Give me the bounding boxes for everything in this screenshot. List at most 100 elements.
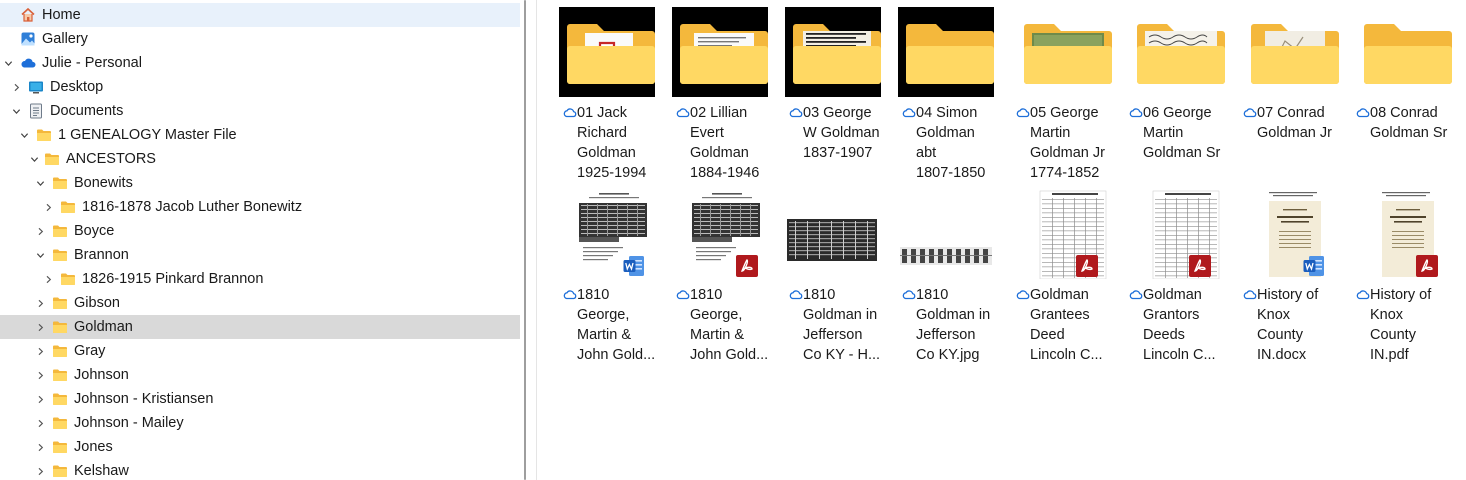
nav-item-home[interactable]: Home [0, 3, 520, 27]
file-tile[interactable]: Goldman Grantees Deed Lincoln C... [1012, 189, 1120, 365]
item-name-line: Co KY.jpg [916, 347, 980, 363]
item-name-line: County [1370, 327, 1416, 343]
folder-tile[interactable]: 07 Conrad Goldman Jr [1239, 7, 1347, 183]
chevron-down-icon[interactable] [17, 123, 31, 147]
cloud-sync-icon [563, 106, 577, 183]
nav-item-brannon[interactable]: Brannon [0, 243, 520, 267]
nav-item-bonewits[interactable]: Bonewits [0, 171, 520, 195]
pdf-badge-icon [1189, 255, 1211, 277]
chevron-right-icon[interactable] [9, 75, 23, 99]
nav-item-johnson-kristiansen[interactable]: Johnson - Kristiansen [0, 387, 520, 411]
folder-thumbnail [1016, 7, 1112, 97]
nav-item-label: Goldman [74, 319, 133, 335]
item-name-line: Martin [1030, 125, 1071, 141]
chevron-down-icon[interactable] [33, 171, 47, 195]
chevron-right-icon[interactable] [41, 267, 55, 291]
chevron-down-icon[interactable] [33, 243, 47, 267]
nav-item-documents[interactable]: Documents [0, 99, 520, 123]
home-icon [20, 7, 36, 23]
item-name: History of Knox County IN.pdf [1370, 285, 1458, 365]
cloud-sync-icon [563, 288, 577, 365]
folder-tile[interactable]: 08 Conrad Goldman Sr [1352, 7, 1460, 183]
nav-item-desktop[interactable]: Desktop [0, 75, 520, 99]
file-thumbnail [672, 189, 772, 279]
nav-item-johnson[interactable]: Johnson [0, 363, 520, 387]
nav-item-gibson[interactable]: Gibson [0, 291, 520, 315]
item-name-line: History of [1257, 287, 1319, 303]
nav-item-ancestors[interactable]: ANCESTORS [0, 147, 520, 171]
item-name-line: Goldman [577, 145, 636, 161]
folder-icon [60, 271, 76, 287]
chevron-down-icon[interactable] [1, 51, 15, 75]
nav-item-gray[interactable]: Gray [0, 339, 520, 363]
item-name-line: Richard [577, 125, 627, 141]
item-name: 02 Lillian Evert Goldman 1884-1946 [690, 103, 778, 183]
file-tile[interactable]: 1810 George, Martin & John Gold... [672, 189, 780, 365]
item-name-line: 1807-1850 [916, 165, 986, 181]
nav-item-label: Brannon [74, 247, 129, 263]
cloud-sync-icon [1129, 288, 1143, 365]
chevron-right-icon[interactable] [33, 411, 47, 435]
folder-tile[interactable]: 03 George W Goldman 1837-1907 [785, 7, 893, 183]
chevron-right-icon[interactable] [33, 291, 47, 315]
nav-item-1816-1878-jacob-luther-bonewitz[interactable]: 1816-1878 Jacob Luther Bonewitz [0, 195, 520, 219]
item-name-line: Evert [690, 125, 724, 141]
nav-item-label: 1826-1915 Pinkard Brannon [82, 271, 264, 287]
folder-tile[interactable]: 06 George Martin Goldman Sr [1125, 7, 1233, 183]
item-name-line: 1810 [577, 287, 610, 303]
chevron-right-icon[interactable] [33, 435, 47, 459]
chevron-right-icon[interactable] [33, 315, 47, 339]
chevron-right-icon[interactable] [33, 387, 47, 411]
folder-tile[interactable]: 01 Jack Richard Goldman 1925-1994 [559, 7, 667, 183]
nav-item-1-genealogy-master-file[interactable]: 1 GENEALOGY Master File [0, 123, 520, 147]
pdf-badge-icon [736, 255, 758, 277]
item-name-line: Goldman Sr [1143, 145, 1221, 161]
documents-icon [28, 103, 44, 119]
nav-item-boyce[interactable]: Boyce [0, 219, 520, 243]
folder-icon [52, 367, 68, 383]
item-name-line: 02 Lillian [690, 105, 748, 121]
file-tile[interactable]: History of Knox County IN.pdf [1352, 189, 1460, 365]
nav-item-julie-personal[interactable]: Julie - Personal [0, 51, 520, 75]
chevron-down-icon[interactable] [27, 147, 41, 171]
chevron-down-icon[interactable] [9, 99, 23, 123]
item-name-line: Goldman in [803, 307, 878, 323]
chevron-right-icon[interactable] [33, 459, 47, 480]
item-name: Goldman Grantors Deeds Lincoln C... [1143, 285, 1231, 365]
file-tile[interactable]: Goldman Grantors Deeds Lincoln C... [1125, 189, 1233, 365]
item-name-line: 1837-1907 [803, 145, 873, 161]
item-name-line: Lincoln C... [1143, 347, 1216, 363]
item-name-line: W Goldman [803, 125, 880, 141]
item-name: 04 Simon Goldman abt 1807-1850 [916, 103, 1004, 183]
folder-icon [52, 247, 68, 263]
item-name: 1810 George, Martin & John Gold... [577, 285, 665, 365]
chevron-right-icon[interactable] [33, 219, 47, 243]
nav-item-jones[interactable]: Jones [0, 435, 520, 459]
file-tile[interactable]: 1810 Goldman in Jefferson Co KY - H... [785, 189, 893, 365]
nav-item-kelshaw[interactable]: Kelshaw [0, 459, 520, 480]
file-tile[interactable]: 1810 Goldman in Jefferson Co KY.jpg [898, 189, 1006, 365]
chevron-right-icon[interactable] [33, 363, 47, 387]
nav-item-gallery[interactable]: Gallery [0, 27, 520, 51]
cloud-sync-icon [676, 106, 690, 183]
chevron-right-icon[interactable] [41, 195, 55, 219]
chevron-right-icon[interactable] [33, 339, 47, 363]
item-name-line: Goldman [1030, 287, 1089, 303]
cloud-sync-icon [789, 106, 803, 163]
file-tile[interactable]: History of Knox County IN.docx [1239, 189, 1347, 365]
folder-tile[interactable]: 04 Simon Goldman abt 1807-1850 [898, 7, 1006, 183]
folder-tile[interactable]: 05 George Martin Goldman Jr 1774-1852 [1012, 7, 1120, 183]
item-name: Goldman Grantees Deed Lincoln C... [1030, 285, 1118, 365]
item-name-line: 07 Conrad [1257, 105, 1325, 121]
file-tile[interactable]: 1810 George, Martin & John Gold... [559, 189, 667, 365]
nav-item-label: Desktop [50, 79, 104, 95]
nav-item-johnson-mailey[interactable]: Johnson - Mailey [0, 411, 520, 435]
pane-splitter[interactable] [524, 0, 526, 480]
item-name-line: 04 Simon [916, 105, 978, 121]
file-thumbnail [1239, 189, 1339, 279]
nav-item-goldman[interactable]: Goldman [0, 315, 520, 339]
nav-item-1826-1915-pinkard-brannon[interactable]: 1826-1915 Pinkard Brannon [0, 267, 520, 291]
folder-tile[interactable]: 02 Lillian Evert Goldman 1884-1946 [672, 7, 780, 183]
item-name-line: Lincoln C... [1030, 347, 1103, 363]
nav-item-label: 1 GENEALOGY Master File [58, 127, 237, 143]
